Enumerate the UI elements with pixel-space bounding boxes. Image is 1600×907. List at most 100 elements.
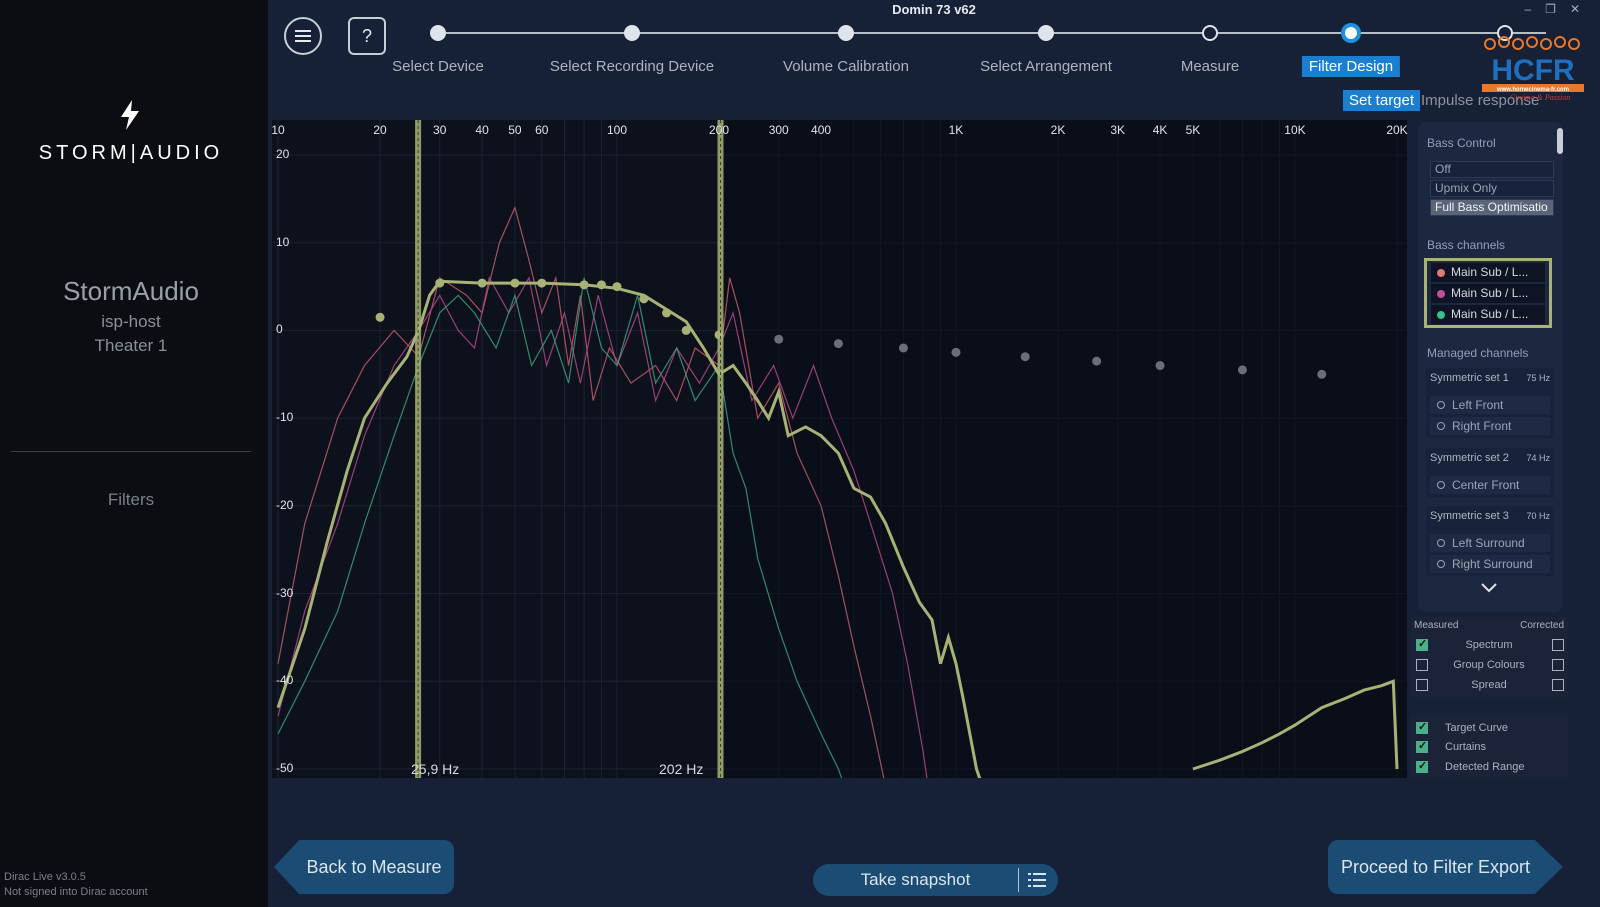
close-button[interactable]: ✕	[1570, 2, 1594, 16]
target-control-point-inactive	[951, 347, 961, 357]
x-tick-label: 10	[271, 123, 285, 137]
target-control-point	[681, 325, 691, 335]
target-control-point-inactive	[1092, 356, 1102, 366]
y-tick-label: -30	[276, 585, 294, 600]
channel-left-surround[interactable]: Left Surround	[1430, 534, 1550, 552]
out-of-range-shade	[720, 120, 1407, 778]
spectrum-corrected-checkbox[interactable]	[1552, 639, 1564, 651]
channel-color-dot	[1437, 311, 1445, 319]
option-detected-range: Detected Range	[1410, 759, 1568, 777]
lightning-bolt-icon	[121, 100, 139, 130]
account-status: Not signed into Dirac account	[4, 886, 148, 898]
option-label: Group Colours	[1453, 659, 1525, 671]
target-control-point	[596, 280, 606, 290]
step-dot-volume-calibration[interactable]	[838, 25, 854, 41]
restore-button[interactable]: ❐	[1545, 2, 1570, 16]
step-dot-measure[interactable]	[1202, 25, 1218, 41]
snapshot-list-icon[interactable]	[1028, 872, 1046, 888]
target-control-point	[579, 280, 589, 290]
corrected-header: Corrected	[1520, 620, 1564, 631]
channel-label: Center Front	[1452, 478, 1520, 492]
menu-icon	[295, 30, 311, 42]
group-colours-corrected-checkbox[interactable]	[1552, 659, 1564, 671]
channel-center-front[interactable]: Center Front	[1430, 476, 1550, 494]
set-title: Symmetric set 3	[1430, 510, 1509, 522]
dirac-live-window: STORM|AUDIO StormAudio isp-host Theater …	[0, 0, 1600, 907]
wizard-progress-line	[446, 32, 1546, 34]
target-control-point	[612, 282, 622, 292]
option-label: Spread	[1471, 679, 1507, 691]
y-tick-label: 0	[276, 322, 283, 337]
channel-ring-icon	[1437, 539, 1445, 547]
option-label: Curtains	[1445, 741, 1486, 753]
x-tick-label: 20K	[1386, 123, 1408, 137]
channel-color-dot	[1437, 290, 1445, 298]
managed-channels-header: Managed channels	[1427, 346, 1529, 360]
curtain-high-label: 202 Hz	[659, 761, 704, 777]
x-tick-label: 2K	[1050, 123, 1066, 137]
channel-left-front[interactable]: Left Front	[1430, 396, 1550, 414]
symmetric-set-2[interactable]: Symmetric set 2 74 Hz Center Front	[1426, 448, 1554, 498]
bass-channel-label: Main Sub / L...	[1451, 286, 1529, 300]
step-dot-select-arrangement[interactable]	[1038, 25, 1054, 41]
channel-ring-icon	[1437, 560, 1445, 568]
step-select-device[interactable]: Select Device	[392, 58, 484, 75]
step-select-recording-device[interactable]: Select Recording Device	[550, 58, 714, 75]
option-spread: Spread	[1410, 677, 1568, 695]
sidebar-item-filters[interactable]: Filters	[0, 490, 262, 510]
step-dot-select-recording-device[interactable]	[624, 25, 640, 41]
x-tick-label: 30	[433, 123, 447, 137]
step-select-arrangement[interactable]: Select Arrangement	[980, 58, 1112, 75]
chevron-down-icon[interactable]	[1480, 582, 1498, 594]
device-room: Theater 1	[94, 336, 168, 355]
detected-range-checkbox[interactable]	[1416, 759, 1428, 773]
step-dot-filter-design[interactable]	[1341, 23, 1361, 43]
bass-channel-item[interactable]: Main Sub / L...	[1431, 305, 1545, 324]
spread-corrected-checkbox[interactable]	[1552, 679, 1564, 691]
channel-ring-icon	[1437, 401, 1445, 409]
hcfr-watermark-logo: HCFR www.homecinema-fr.com Cinéma & Pass…	[1482, 36, 1584, 102]
step-measure[interactable]: Measure	[1181, 58, 1239, 75]
target-control-point	[375, 312, 385, 322]
hcfr-text: HCFR	[1491, 54, 1575, 87]
bass-mode-off[interactable]: Off	[1430, 161, 1554, 178]
bass-mode-upmix-only[interactable]: Upmix Only	[1430, 180, 1554, 197]
panel-scrollbar[interactable]	[1557, 128, 1563, 154]
step-filter-design[interactable]: Filter Design	[1301, 56, 1401, 77]
x-tick-label: 400	[811, 123, 832, 137]
bass-mode-full-bass-optimisation[interactable]: Full Bass Optimisatio	[1430, 199, 1554, 216]
help-button[interactable]: ?	[348, 17, 386, 55]
x-tick-label: 200	[709, 123, 730, 137]
y-tick-label: 10	[276, 234, 290, 249]
x-tick-label: 40	[475, 123, 489, 137]
curtains-checkbox[interactable]	[1416, 739, 1428, 753]
minimize-button[interactable]: –	[1524, 2, 1545, 16]
tab-set-target[interactable]: Set target	[1343, 90, 1421, 111]
snapshot-divider	[1018, 868, 1019, 892]
bass-channel-item[interactable]: Main Sub / L...	[1431, 263, 1545, 282]
target-curve-checkbox[interactable]	[1416, 720, 1428, 734]
x-tick-label: 4K	[1152, 123, 1168, 137]
display-options: Measured Corrected Spectrum Group Colour…	[1410, 617, 1568, 697]
menu-button[interactable]	[284, 17, 322, 55]
symmetric-set-3[interactable]: Symmetric set 3 70 Hz Left Surround Righ…	[1426, 506, 1554, 576]
symmetric-set-1[interactable]: Symmetric set 1 75 Hz Left Front Right F…	[1426, 368, 1554, 438]
bass-channel-item[interactable]: Main Sub / L...	[1431, 284, 1545, 303]
bass-channels-list: Main Sub / L... Main Sub / L... Main Sub…	[1424, 258, 1552, 328]
sidebar-divider	[11, 451, 251, 452]
target-control-point-inactive	[1020, 352, 1030, 362]
frequency-response-graph[interactable]: 10 20 30 40 50 60 100 200 300 400 1K 2K 3K 4K 5K 10K 20K…	[271, 120, 1408, 778]
channel-right-front[interactable]: Right Front	[1430, 417, 1550, 435]
take-snapshot-button[interactable]: Take snapshot	[813, 870, 1018, 890]
channel-right-surround[interactable]: Right Surround	[1430, 555, 1550, 573]
proceed-to-filter-export-button[interactable]: Proceed to Filter Export	[1328, 840, 1563, 894]
set-frequency: 74 Hz	[1526, 453, 1550, 463]
back-to-measure-button[interactable]: Back to Measure	[274, 840, 454, 894]
step-volume-calibration[interactable]: Volume Calibration	[783, 58, 909, 75]
option-label: Target Curve	[1445, 722, 1508, 734]
graph-canvas[interactable]	[272, 120, 1407, 778]
target-control-point-inactive	[898, 343, 908, 353]
option-group-colours: Group Colours	[1410, 657, 1568, 675]
main-area: Domin 73 v62 –❐✕ ? Select Device Select …	[268, 0, 1600, 907]
step-dot-select-device[interactable]	[430, 25, 446, 41]
